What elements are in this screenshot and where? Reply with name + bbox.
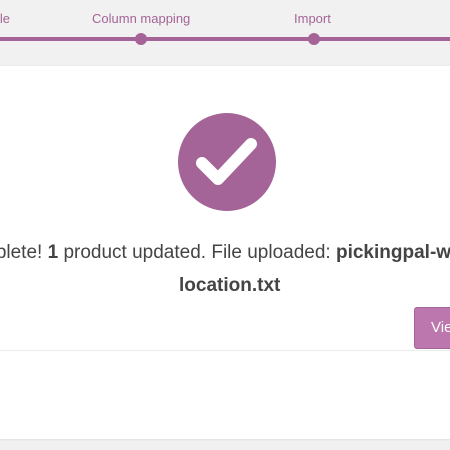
import-result-card: mplete! 1 product updated. File uploaded… xyxy=(0,66,450,439)
checkmark-icon xyxy=(178,113,276,211)
updated-count: 1 xyxy=(47,242,59,263)
step-upload-label: ile xyxy=(0,11,11,26)
progress-steps: ile Column mapping Import xyxy=(0,0,450,60)
progress-line xyxy=(0,37,450,41)
uploaded-filename-part1: pickingpal-w xyxy=(335,242,450,263)
result-prefix: mplete! xyxy=(0,242,43,263)
step-import-dot xyxy=(308,33,320,45)
view-products-button[interactable]: View products xyxy=(414,307,450,349)
import-complete-screen: ile Column mapping Import mplete! 1 prod… xyxy=(0,0,450,450)
step-mapping-label: Column mapping xyxy=(92,11,191,26)
result-middle: product updated. File uploaded: xyxy=(58,242,336,263)
result-message: mplete! 1 product updated. File uploaded… xyxy=(0,242,450,264)
step-import-label: Import xyxy=(294,11,331,26)
step-mapping-dot xyxy=(135,33,147,45)
card-footer xyxy=(0,350,450,439)
uploaded-filename-part2: location.txt xyxy=(179,275,281,296)
